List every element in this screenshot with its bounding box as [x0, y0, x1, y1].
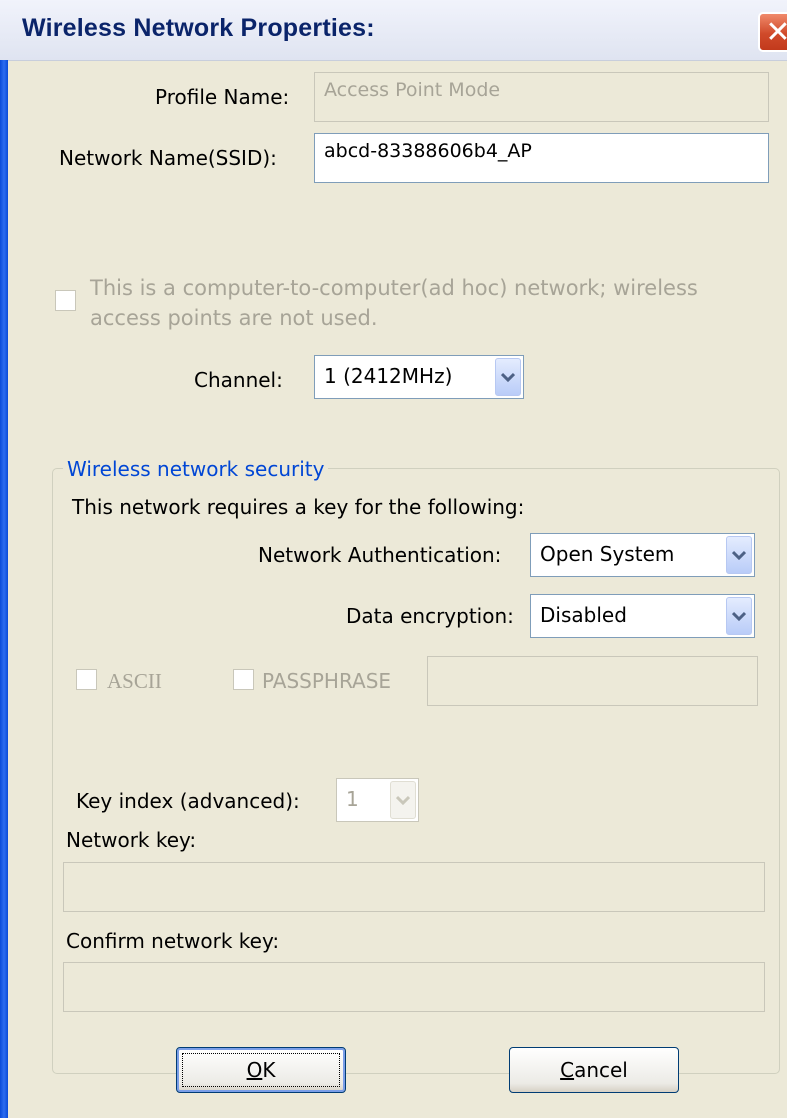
network-key-field: [63, 862, 765, 912]
chevron-down-icon: [390, 781, 416, 819]
confirm-key-field: [63, 962, 765, 1012]
network-auth-label: Network Authentication:: [258, 543, 502, 567]
security-description: This network requires a key for the foll…: [72, 495, 525, 519]
cancel-button[interactable]: Cancel: [509, 1047, 679, 1093]
window-frame-left: [0, 60, 8, 1118]
ok-button[interactable]: OK: [176, 1047, 346, 1093]
adhoc-label-line2: access points are not used.: [90, 306, 378, 330]
network-key-label: Network key:: [66, 828, 197, 852]
channel-label: Channel:: [194, 368, 283, 392]
profile-name-value: Access Point Mode: [324, 79, 501, 101]
ssid-value: abcd-83388606b4_AP: [324, 140, 532, 162]
close-button[interactable]: ✕: [758, 12, 787, 52]
ascii-checkbox: [76, 669, 97, 690]
data-encryption-value: Disabled: [540, 603, 627, 627]
cancel-mnemonic: C: [560, 1058, 575, 1082]
key-index-label: Key index (advanced):: [76, 789, 300, 813]
title-bar: Wireless Network Properties:: [0, 0, 787, 61]
adhoc-checkbox: [55, 290, 76, 311]
security-group-title: Wireless network security: [63, 457, 329, 481]
channel-select[interactable]: 1 (2412MHz): [314, 355, 524, 399]
ssid-input[interactable]: abcd-83388606b4_AP: [314, 133, 769, 183]
network-auth-value: Open System: [540, 542, 675, 566]
passphrase-checkbox: [233, 669, 254, 690]
data-encryption-select[interactable]: Disabled: [530, 594, 755, 638]
close-icon: ✕: [765, 14, 787, 50]
profile-name-label: Profile Name:: [155, 85, 290, 109]
cancel-label-rest: ancel: [574, 1058, 628, 1082]
adhoc-label-line1: This is a computer-to-computer(ad hoc) n…: [90, 276, 698, 300]
network-auth-select[interactable]: Open System: [530, 533, 755, 577]
ssid-label: Network Name(SSID):: [59, 146, 277, 170]
focus-rect: [182, 1053, 340, 1087]
cancel-button-label: Cancel: [560, 1058, 628, 1082]
window-title: Wireless Network Properties:: [22, 14, 375, 42]
data-encryption-label: Data encryption:: [346, 604, 514, 628]
key-index-value: 1: [346, 787, 359, 811]
passphrase-label: PASSPHRASE: [262, 669, 392, 693]
channel-value: 1 (2412MHz): [324, 364, 453, 388]
confirm-key-label: Confirm network key:: [66, 929, 280, 953]
chevron-down-icon[interactable]: [495, 358, 521, 396]
profile-name-field: Access Point Mode: [314, 72, 769, 122]
ascii-label: ASCII: [107, 669, 162, 693]
key-index-select: 1: [336, 778, 419, 822]
chevron-down-icon[interactable]: [726, 536, 752, 574]
chevron-down-icon[interactable]: [726, 597, 752, 635]
passphrase-field: [427, 656, 758, 706]
